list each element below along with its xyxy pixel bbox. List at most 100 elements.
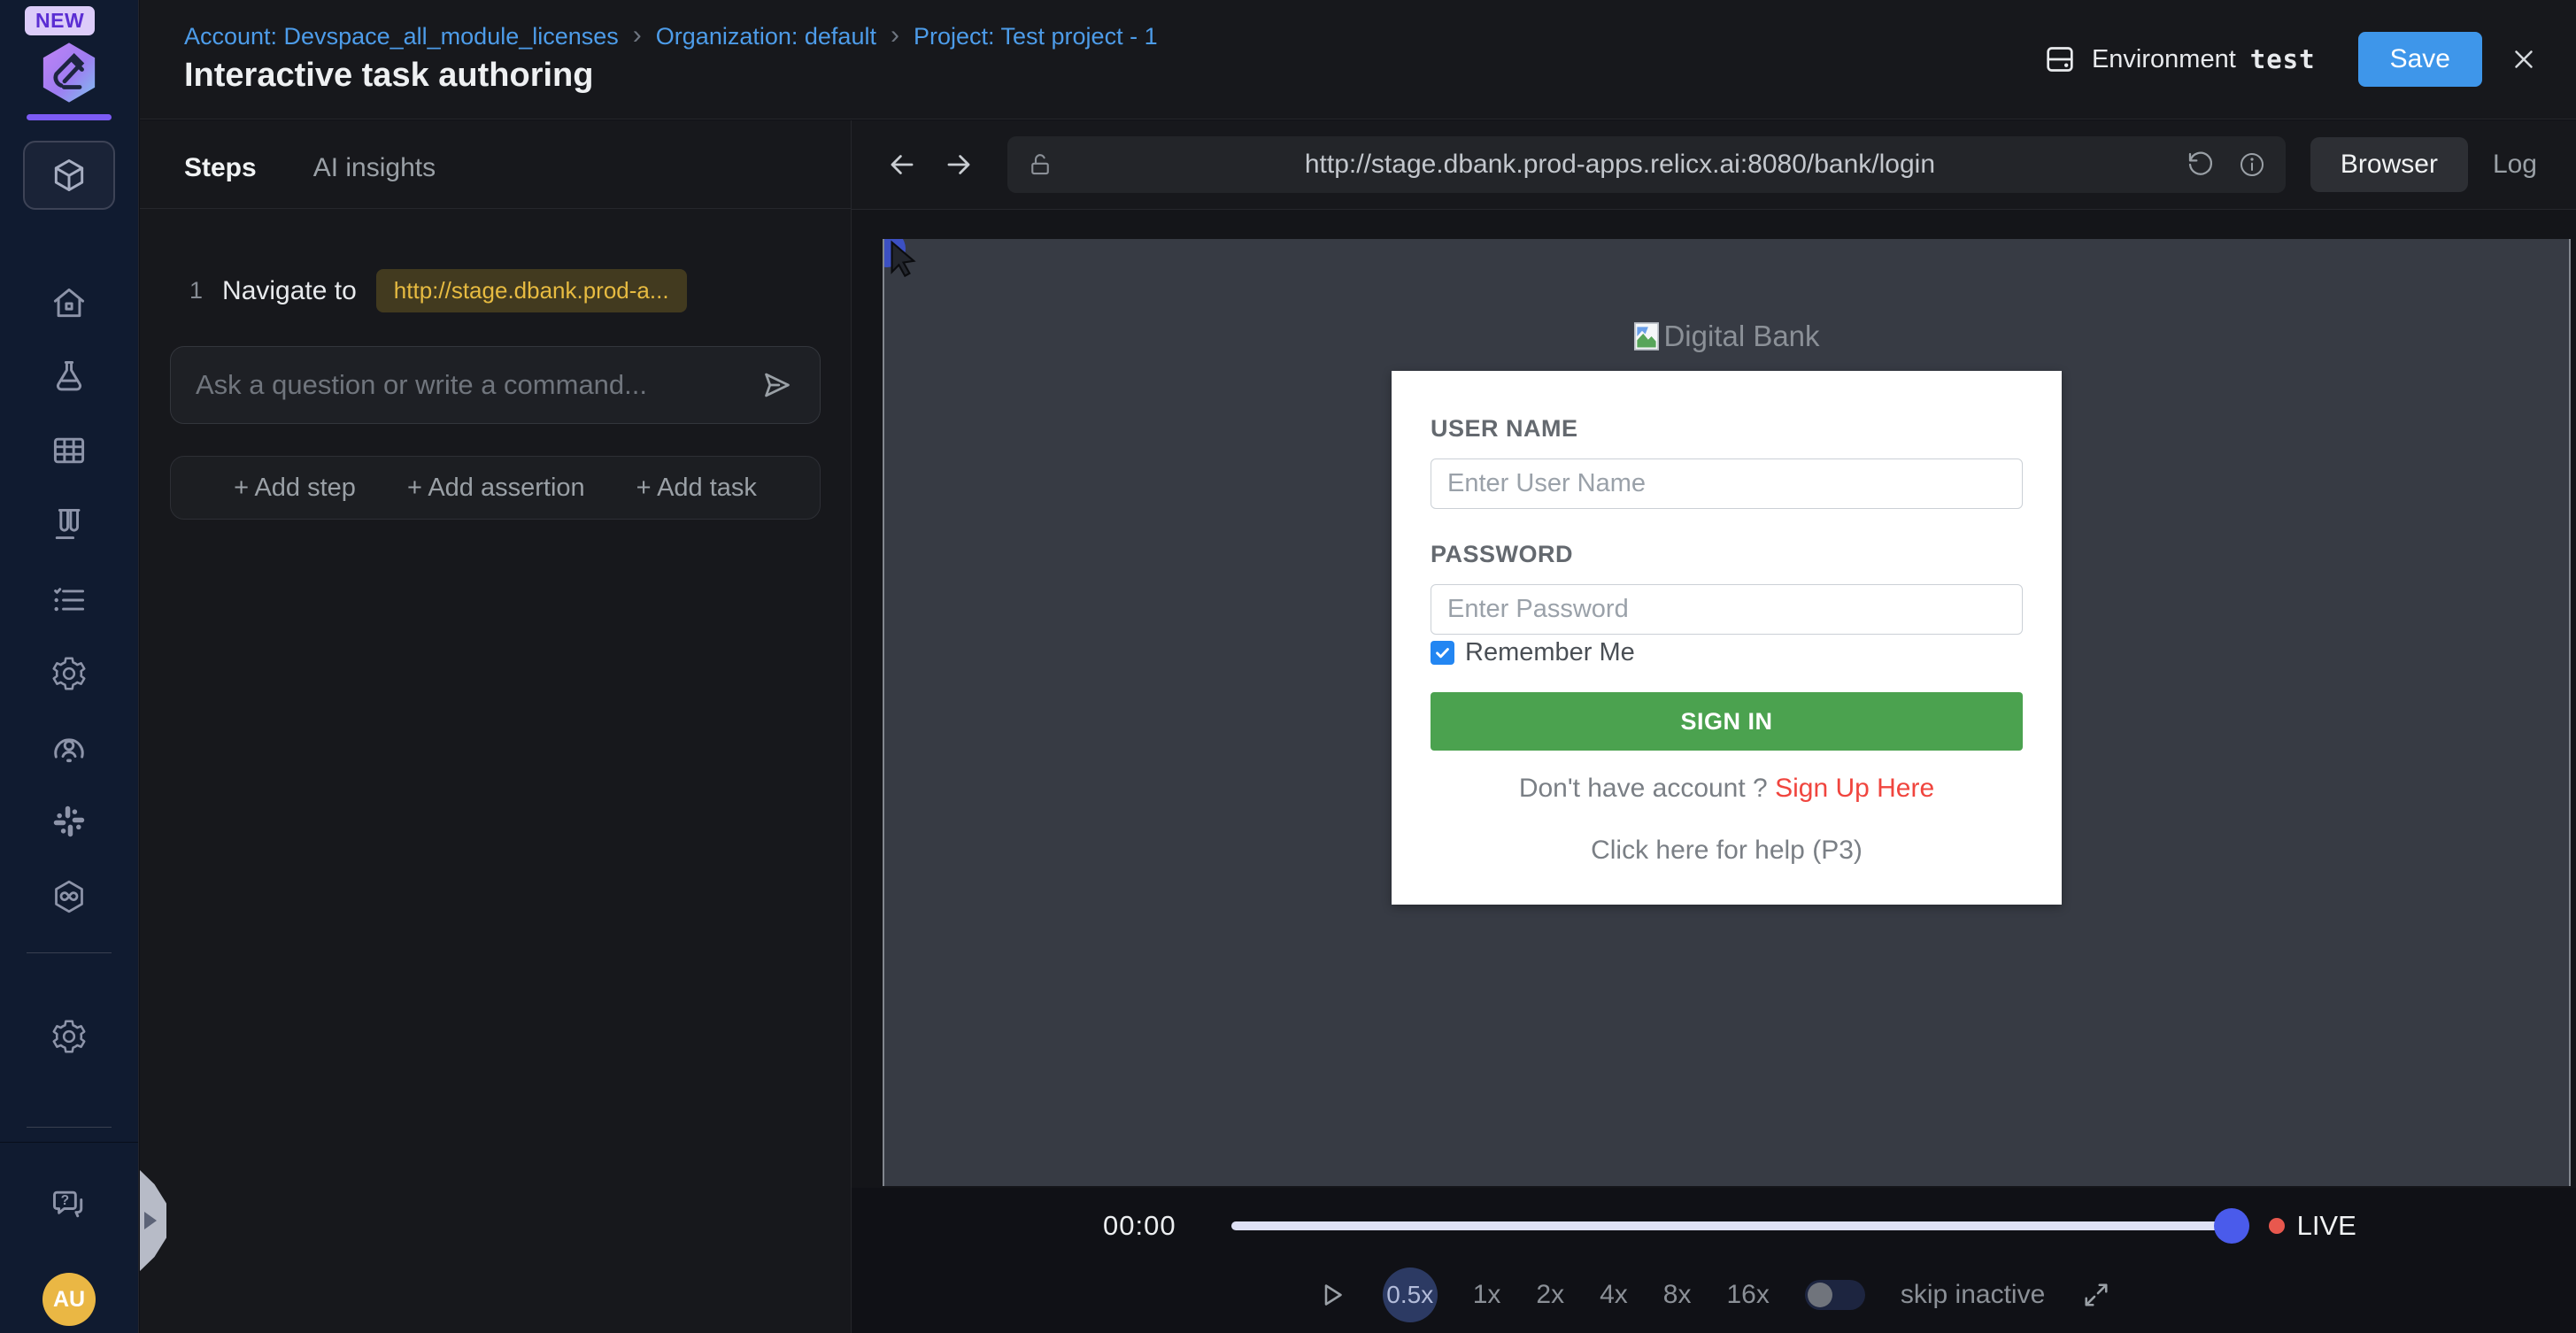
- remember-me-checkbox[interactable]: [1431, 641, 1454, 665]
- sidebar-item-settings[interactable]: [23, 1002, 115, 1071]
- sidebar-item-task-list[interactable]: [23, 566, 115, 635]
- command-input[interactable]: [196, 369, 760, 401]
- environment-value: test: [2249, 44, 2316, 74]
- send-icon[interactable]: [760, 367, 795, 403]
- fullscreen-button[interactable]: [2080, 1279, 2112, 1311]
- speed-1x[interactable]: 1x: [1473, 1280, 1501, 1310]
- logo-underline: [27, 114, 112, 120]
- help-chat-icon: ?: [53, 1190, 83, 1218]
- chevron-right-icon: [144, 1212, 157, 1229]
- breadcrumb-separator: ›: [890, 19, 899, 50]
- sidebar-item-tests[interactable]: [23, 342, 115, 411]
- url-bar[interactable]: http://stage.dbank.prod-apps.relicx.ai:8…: [1007, 136, 2286, 193]
- skip-inactive-label: skip inactive: [1900, 1280, 2046, 1309]
- reload-icon[interactable]: [2187, 150, 2215, 179]
- play-button[interactable]: [1315, 1279, 1347, 1311]
- breadcrumb-account[interactable]: Account: Devspace_all_module_licenses: [184, 23, 619, 50]
- header: Account: Devspace_all_module_licenses › …: [140, 0, 2576, 119]
- tab-browser[interactable]: Browser: [2310, 137, 2468, 192]
- avatar[interactable]: AU: [42, 1273, 96, 1326]
- sidebar-section-line: [0, 1142, 138, 1143]
- step-target-pill[interactable]: http://stage.dbank.prod-a...: [375, 269, 687, 312]
- speed-4x[interactable]: 4x: [1600, 1280, 1628, 1310]
- environment-label: Environment: [2091, 44, 2236, 73]
- package-icon: [54, 159, 84, 191]
- info-icon[interactable]: [2238, 150, 2266, 179]
- breadcrumb-organization[interactable]: Organization: default: [656, 23, 876, 50]
- forward-button[interactable]: [942, 148, 976, 181]
- username-label: USER NAME: [1431, 415, 1578, 442]
- url-text[interactable]: http://stage.dbank.prod-apps.relicx.ai:8…: [1053, 150, 2187, 180]
- close-button[interactable]: [2509, 44, 2539, 74]
- browser-panel: http://stage.dbank.prod-apps.relicx.ai:8…: [852, 120, 2576, 1333]
- timeline-row: 00:00 LIVE: [852, 1188, 2576, 1264]
- slider-thumb[interactable]: [2213, 1208, 2249, 1244]
- add-task-button[interactable]: + Add task: [636, 474, 757, 503]
- speed-16x[interactable]: 16x: [1726, 1280, 1769, 1310]
- password-field[interactable]: [1431, 584, 2023, 635]
- playback-controls: 0.5x 1x 2x 4x 8x 16x skip inactive: [852, 1264, 2576, 1333]
- sidebar-item-test-runs[interactable]: [23, 489, 115, 559]
- step-action-text: Navigate to: [222, 275, 357, 305]
- site-logo: Digital Bank: [884, 320, 2569, 353]
- save-button[interactable]: Save: [2357, 32, 2482, 87]
- steps-panel: Steps AI insights 1 Navigate to http://s…: [140, 120, 852, 1333]
- back-button[interactable]: [885, 148, 919, 181]
- help-link[interactable]: Click here for help (P3): [1431, 836, 2023, 866]
- step-item[interactable]: 1 Navigate to http://stage.dbank.prod-a.…: [189, 269, 851, 312]
- browser-viewport[interactable]: Digital Bank USER NAME PASSWORD: [883, 239, 2571, 1186]
- sign-in-button[interactable]: SIGN IN: [1431, 692, 2023, 751]
- add-step-button[interactable]: + Add step: [234, 474, 356, 503]
- tab-log[interactable]: Log: [2473, 137, 2557, 192]
- browser-toolbar: http://stage.dbank.prod-apps.relicx.ai:8…: [852, 120, 2576, 210]
- app-logo[interactable]: [35, 39, 103, 111]
- expand-icon: [2085, 1283, 2108, 1306]
- sidebar-item-integrations[interactable]: [23, 862, 115, 931]
- tab-steps[interactable]: Steps: [184, 153, 257, 183]
- sidebar-item-slack[interactable]: [23, 787, 115, 856]
- live-dot: [2268, 1218, 2285, 1234]
- add-assertion-button[interactable]: + Add assertion: [407, 474, 585, 503]
- environment-selector[interactable]: Environment test: [2042, 42, 2316, 77]
- unlock-icon: [1027, 151, 1053, 178]
- signup-link[interactable]: Sign Up Here: [1775, 774, 1934, 803]
- live-label: LIVE: [2296, 1210, 2356, 1241]
- login-card: USER NAME PASSWORD Remember Me: [1392, 371, 2062, 905]
- cursor-arrow-icon: [891, 240, 916, 278]
- timeline-slider[interactable]: [1230, 1208, 2249, 1244]
- user-search-icon: [54, 738, 84, 763]
- breadcrumb-project[interactable]: Project: Test project - 1: [914, 23, 1158, 50]
- svg-text:?: ?: [61, 1193, 70, 1208]
- sidebar-item-user-search[interactable]: [23, 713, 115, 782]
- speed-0-5x[interactable]: 0.5x: [1382, 1268, 1438, 1322]
- close-icon: [2515, 50, 2533, 68]
- flask-icon: [56, 360, 82, 391]
- settings-gear-icon: [52, 1020, 86, 1053]
- sidebar-item-support[interactable]: ?: [23, 1169, 115, 1238]
- password-label: PASSWORD: [1431, 541, 1574, 567]
- sidebar-item-config[interactable]: [23, 639, 115, 708]
- sidebar-item-modules[interactable]: [23, 141, 115, 210]
- breadcrumb-separator: ›: [632, 19, 642, 50]
- command-box: [170, 346, 821, 424]
- sidebar: NEW ? AU: [0, 0, 139, 1333]
- sidebar-item-suites[interactable]: [23, 416, 115, 485]
- sidebar-divider: [27, 1127, 112, 1128]
- new-badge: NEW: [25, 6, 96, 35]
- tab-ai-insights[interactable]: AI insights: [313, 153, 436, 183]
- steps-tabs: Steps AI insights: [140, 120, 851, 209]
- hexagon-logo-icon: [42, 42, 96, 103]
- gear-icon: [52, 657, 86, 690]
- sidebar-item-home[interactable]: [23, 268, 115, 337]
- skip-inactive-toggle[interactable]: [1804, 1280, 1865, 1310]
- broken-image-icon: [1634, 322, 1660, 351]
- hexagon-link-icon: [55, 880, 83, 913]
- toggle-knob: [1807, 1283, 1832, 1307]
- speed-8x[interactable]: 8x: [1663, 1280, 1692, 1310]
- speed-2x[interactable]: 2x: [1536, 1280, 1564, 1310]
- sidebar-divider: [27, 952, 112, 953]
- username-field[interactable]: [1431, 458, 2023, 509]
- arrow-right-icon: [947, 155, 970, 174]
- environment-drive-icon: [2047, 47, 2073, 72]
- app-window: NEW ? AU Account: Devspace_all_module_li…: [0, 0, 2576, 1333]
